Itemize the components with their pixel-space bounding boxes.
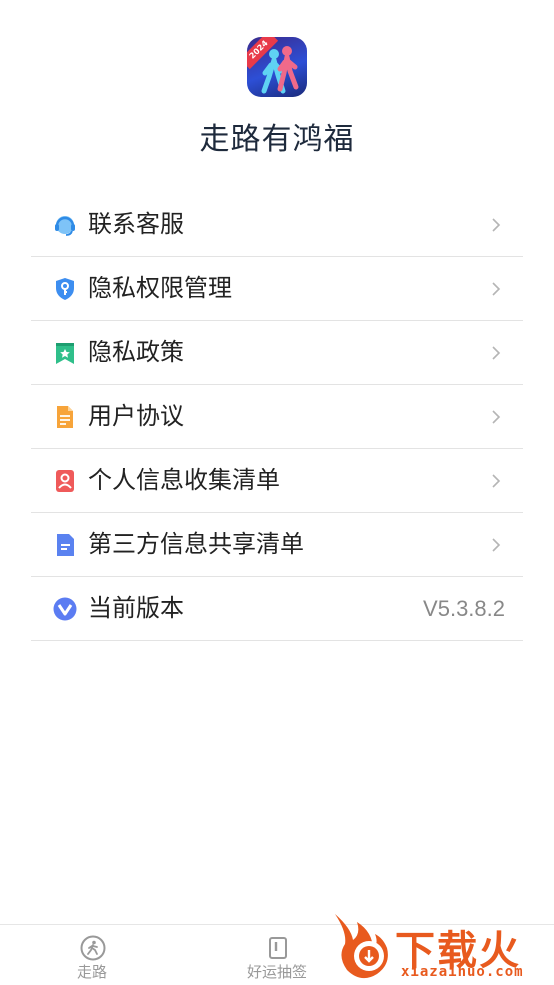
document-icon (57, 406, 73, 428)
app-title: 走路有鸿福 (199, 122, 355, 157)
menu-item-label: 个人信息收集清单 (88, 466, 280, 494)
menu-item-privacy-policy[interactable]: 隐私政策 (31, 321, 523, 385)
person-card-icon (56, 470, 74, 492)
menu-item-customer-service[interactable]: 联系客服 (31, 193, 523, 257)
menu-item-label: 隐私政策 (88, 338, 184, 366)
headset-icon (55, 216, 75, 236)
walk-icon (80, 935, 106, 961)
watermark-url: xiazaihuo.com (401, 964, 524, 980)
tab-label: 好运抽签 (246, 963, 307, 981)
version-number: V5.3.8.2 (423, 596, 505, 621)
app-logo: 2024 (247, 37, 307, 97)
menu-item-label: 第三方信息共享清单 (88, 530, 304, 558)
settings-menu: 联系客服 隐私权限管理 隐私政策 用户协议 个人信息收集清单 第三方信息共享清单… (31, 193, 523, 641)
menu-item-privacy-permissions[interactable]: 隐私权限管理 (31, 257, 523, 321)
watermark: 下载火 xiazaihuo.com (327, 910, 554, 984)
menu-item-user-agreement[interactable]: 用户协议 (31, 385, 523, 449)
menu-item-label: 当前版本 (88, 594, 184, 622)
chevron-right-icon (492, 474, 501, 488)
menu-item-label: 联系客服 (88, 210, 184, 238)
menu-item-label: 隐私权限管理 (88, 274, 232, 302)
chevron-right-icon (492, 410, 501, 424)
flame-logo-icon (335, 914, 388, 979)
tab-walk[interactable]: 走路 (32, 925, 152, 985)
menu-item-third-party-sharing[interactable]: 第三方信息共享清单 (31, 513, 523, 577)
chevron-right-icon (492, 282, 501, 296)
shield-key-icon (56, 278, 74, 300)
menu-item-label: 用户协议 (88, 402, 184, 430)
chevron-right-icon (492, 538, 501, 552)
chevron-right-icon (492, 346, 501, 360)
version-v-icon (53, 597, 77, 621)
lottery-box-icon (269, 937, 287, 959)
menu-item-personal-info-list[interactable]: 个人信息收集清单 (31, 449, 523, 513)
bookmark-star-icon (56, 343, 74, 364)
chevron-right-icon (492, 218, 501, 232)
tab-lottery[interactable]: 好运抽签 (217, 925, 337, 985)
menu-item-current-version: 当前版本 V5.3.8.2 (31, 577, 523, 641)
tab-label: 走路 (76, 963, 107, 981)
file-share-icon (57, 534, 74, 556)
